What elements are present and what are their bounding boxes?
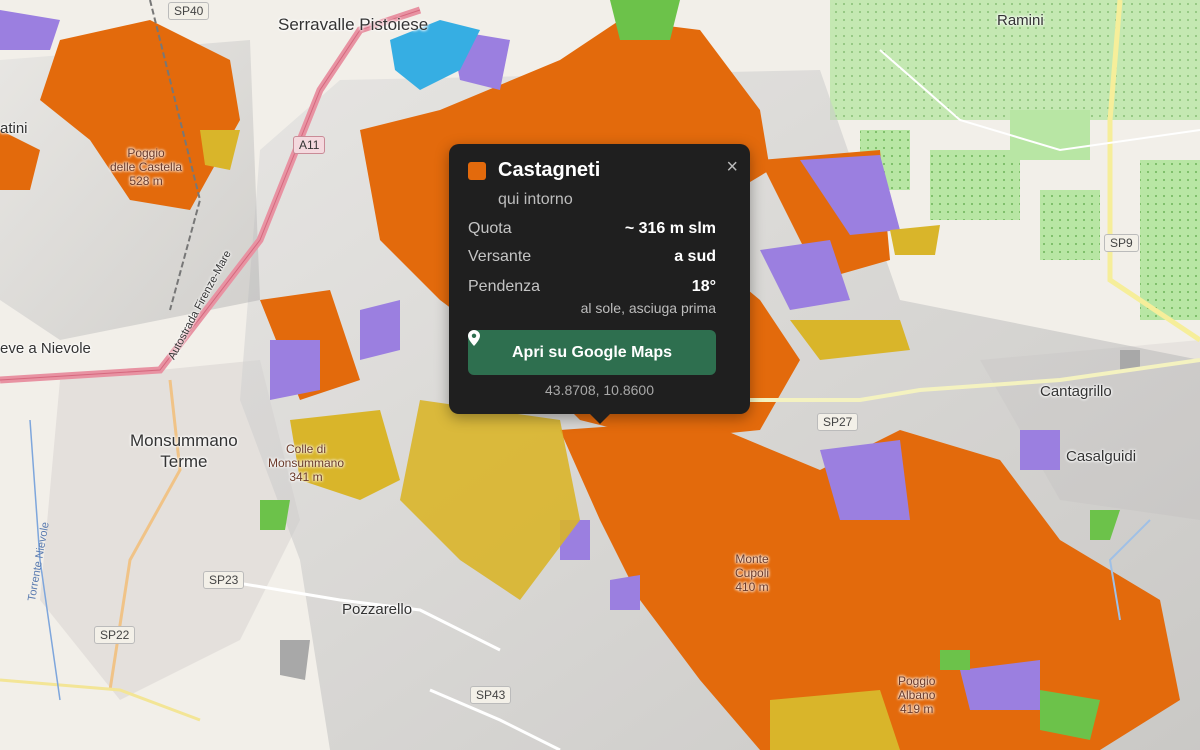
open-google-maps-button[interactable]: Apri su Google Maps (468, 330, 716, 375)
place-label-serravalle: Serravalle Pistoiese (278, 15, 429, 34)
close-icon[interactable]: × (726, 157, 738, 177)
place-label-atini: atini (0, 120, 28, 137)
road-label-a11: A11 (293, 136, 326, 154)
peak-label-monte-cupoli: Monte Cupoli 410 m (735, 552, 770, 594)
map-pin-icon (468, 330, 480, 346)
road-label-sp43: SP43 (470, 686, 512, 704)
road-label-sp27: SP27 (817, 413, 859, 431)
map-canvas[interactable]: Serravalle Pistoiese Ramini atini eve a … (0, 0, 1200, 750)
popup-row-pendenza: Pendenza 18° (468, 278, 716, 296)
row-label: Quota (468, 220, 512, 237)
place-label-cantagrillo: Cantagrillo (1040, 383, 1112, 400)
popup-coordinates: 43.8708, 10.8600 (545, 382, 654, 398)
info-popup: Castagneti × qui intorno Quota ~ 316 m s… (449, 144, 750, 424)
legend-swatch-icon (468, 162, 486, 180)
row-value: 18° (691, 278, 716, 295)
popup-row-quota: Quota ~ 316 m slm (468, 220, 716, 238)
peak-label-poggio-castella: Poggio delle Castella 528 m (110, 146, 183, 188)
road-label-sp9: SP9 (1104, 234, 1139, 252)
place-label-pieve-a-nievole: eve a Nievole (0, 340, 91, 357)
row-value: ~ 316 m slm (624, 220, 716, 237)
row-value: a sud (674, 248, 716, 265)
place-label-ramini: Ramini (997, 12, 1044, 29)
open-google-maps-label: Apri su Google Maps (511, 343, 672, 361)
road-label-sp22: SP22 (94, 626, 136, 644)
row-label: Pendenza (468, 278, 541, 295)
place-label-casalguidi: Casalguidi (1066, 448, 1137, 465)
row-label: Versante (468, 248, 532, 265)
popup-note: al sole, asciuga prima (580, 300, 716, 316)
place-label-pozzarello: Pozzarello (342, 601, 413, 618)
peak-label-colle-monsummano: Colle di Monsummano 341 m (268, 442, 345, 484)
popup-subtitle: qui intorno (498, 191, 573, 208)
popup-title: Castagneti (498, 159, 601, 181)
road-label-sp40: SP40 (168, 2, 210, 20)
popup-row-versante: Versante a sud (468, 248, 716, 266)
road-label-sp23: SP23 (203, 571, 245, 589)
place-label-monsummano-terme: Monsummano Terme (130, 431, 238, 471)
peak-label-poggio-albano: Poggio Albano 419 m (898, 674, 936, 716)
